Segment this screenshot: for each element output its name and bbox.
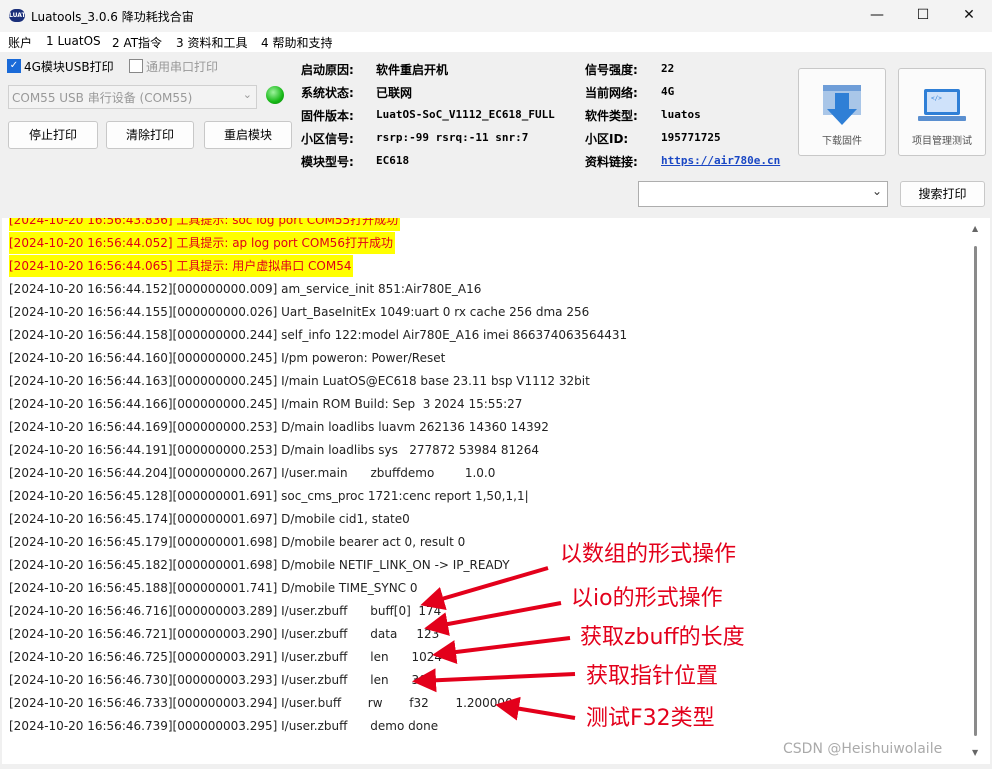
arrow-len-30 xyxy=(412,668,576,693)
annotation-arrows xyxy=(412,566,576,721)
arrow-len-1024 xyxy=(432,636,571,664)
annotation-pointer: 获取指针位置 xyxy=(586,664,719,689)
arrow-f32 xyxy=(495,696,576,721)
arrow-buff-index xyxy=(420,566,549,611)
annotation-io-op: 以io的形式操作 xyxy=(571,586,723,611)
annotation-array-op: 以数组的形式操作 xyxy=(560,542,737,567)
watermark: CSDN @Heishuiwolaile xyxy=(783,741,943,757)
arrow-data xyxy=(424,601,562,636)
annotation-len: 获取zbuff的长度 xyxy=(580,625,745,650)
annotation-f32: 测试F32类型 xyxy=(586,706,715,731)
